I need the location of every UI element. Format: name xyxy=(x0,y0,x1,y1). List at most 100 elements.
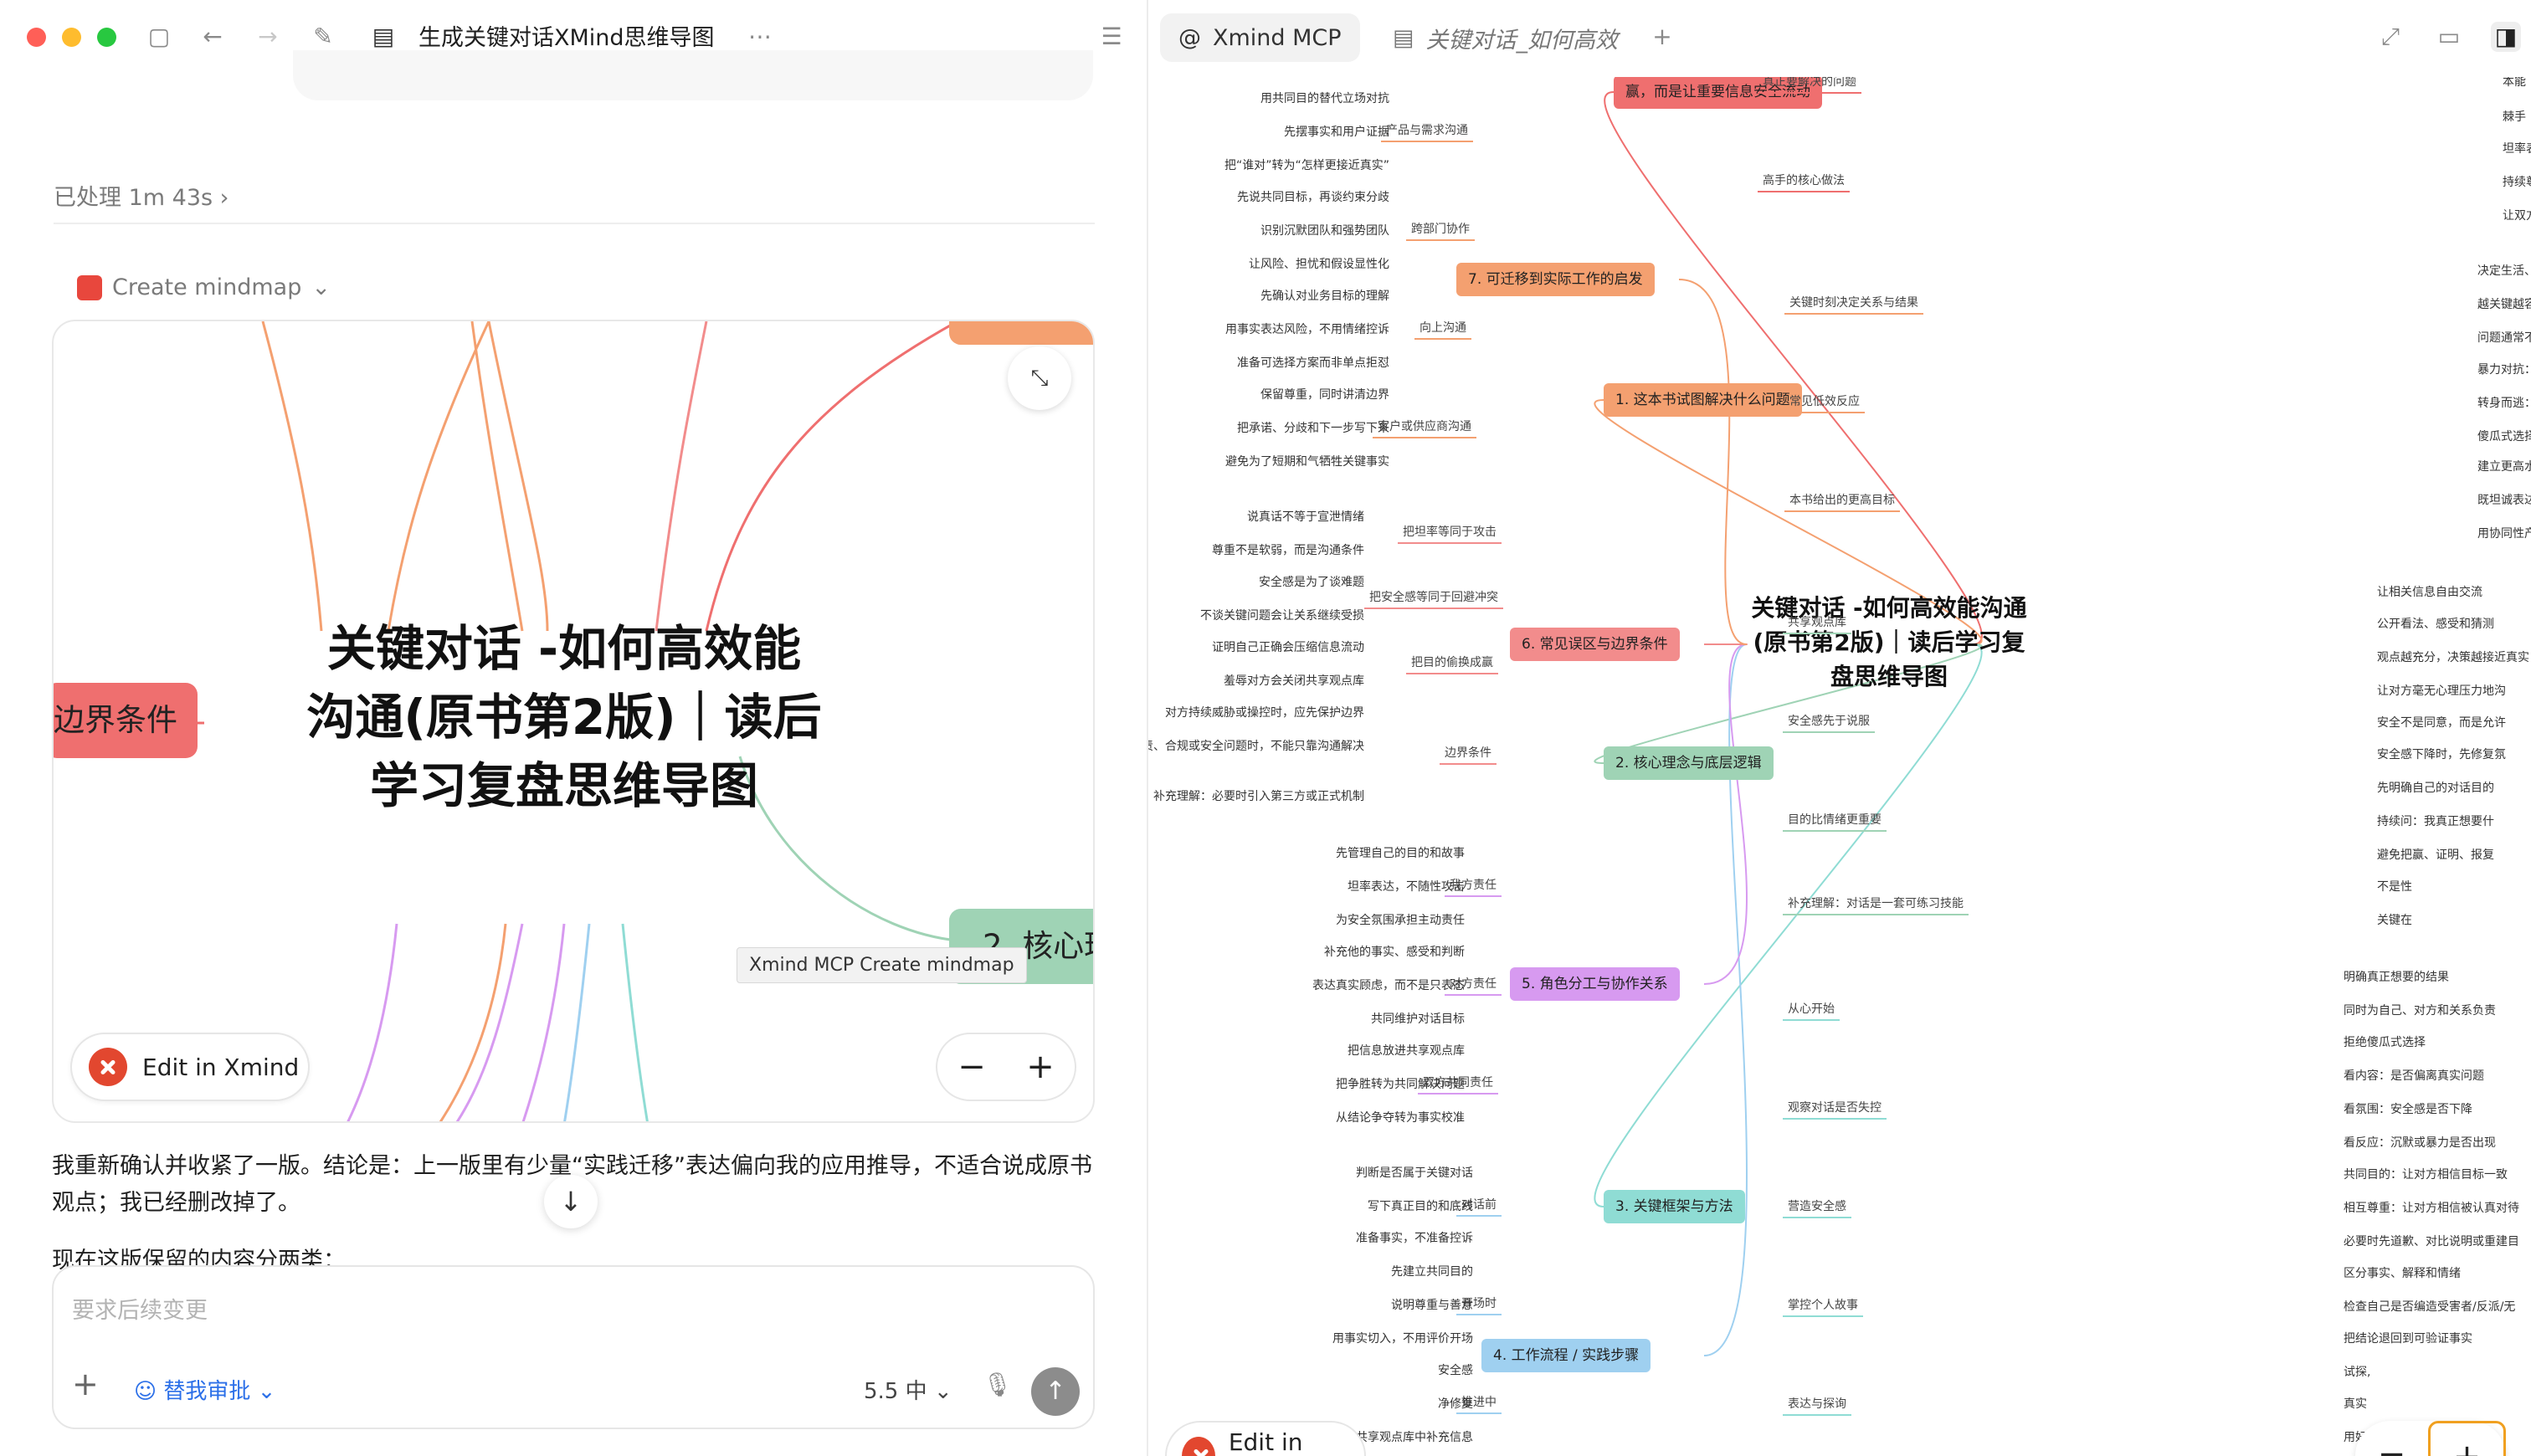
leaf-r3: 真实 xyxy=(2344,1397,2367,1411)
sub-r1a: 关键时刻决定关系与结果 xyxy=(1784,293,1923,315)
message-composer[interactable]: 要求后续变更 + ☺ 替我审批 ⌄ 5.5 中 ⌄ 🎙 ↑ xyxy=(52,1265,1095,1429)
zoom-out-button[interactable]: − xyxy=(2355,1421,2428,1456)
previous-message-fade xyxy=(293,50,1093,100)
sub-r3a: 从心开始 xyxy=(1783,999,1840,1021)
leaf-l5: 共同维护对话目标 xyxy=(1371,1013,1465,1026)
leaf-l7: 把“谁对”转为“怎样更接近真实” xyxy=(1224,159,1389,172)
add-attachment-icon[interactable]: + xyxy=(72,1366,99,1402)
leaf-r1: 既坦诚表达，也 xyxy=(2477,494,2531,507)
leaf-l6: 安全感是为了谈难题 xyxy=(1259,576,1364,589)
panel-right-icon[interactable]: ◨ xyxy=(2491,22,2521,52)
sub-l7a: 产品与需求沟通 xyxy=(1381,120,1473,142)
sidebar-toggle-icon[interactable]: ▢ xyxy=(144,22,174,52)
new-tab-icon[interactable]: + xyxy=(1647,22,1677,52)
forward-arrow-icon[interactable]: → xyxy=(253,22,283,52)
sub-r2b: 安全感先于说服 xyxy=(1783,711,1875,733)
panel-bottom-icon[interactable]: ▭ xyxy=(2434,22,2464,52)
chevron-down-icon: ⌄ xyxy=(311,274,331,300)
expand-icon[interactable]: ⤡ xyxy=(1008,346,1071,410)
zoom-out-button[interactable]: − xyxy=(937,1034,1006,1100)
microphone-icon[interactable]: 🎙 xyxy=(983,1371,1013,1398)
send-button[interactable]: ↑ xyxy=(1031,1367,1080,1416)
edit-in-xmind-button[interactable]: Edit in Xmind xyxy=(70,1033,310,1101)
xmind-logo-icon xyxy=(77,274,102,300)
leaf-l5: 把争胜转为共同解决问题 xyxy=(1336,1078,1465,1091)
zoom-in-button[interactable]: + xyxy=(1006,1034,1075,1100)
leaf-l5: 为安全氛围承担主动责任 xyxy=(1336,914,1465,927)
leaf-r2: 观点越充分，决策越接近真实 xyxy=(2377,651,2529,664)
at-icon: @ xyxy=(1178,24,1201,51)
leaf-l7: 识别沉默团队和强势团队 xyxy=(1260,224,1389,238)
mindmap-canvas[interactable]: 关键对话 -如何高效能沟通(原书第2版)｜读后学习复盘思维导图 赢，而是让重要信… xyxy=(1148,77,2531,1456)
sub-r0a: 真正要解决的问题 xyxy=(1758,77,1861,94)
approval-mode-selector[interactable]: ☺ 替我审批 ⌄ xyxy=(134,1374,275,1405)
leaf-r3: 把结论退回到可验证事实 xyxy=(2344,1332,2472,1346)
sub-l7b: 跨部门协作 xyxy=(1406,219,1475,241)
sub-r1c: 本书给出的更高目标 xyxy=(1784,490,1900,512)
leaf-l7: 避免为了短期和气牺牲关键事实 xyxy=(1225,455,1389,469)
more-icon[interactable]: ⋯ xyxy=(745,22,775,52)
leaf-l7: 把承诺、分歧和下一步写下来 xyxy=(1237,422,1389,435)
leaf-r1: 决定生活、 xyxy=(2477,264,2531,278)
document-icon: ▤ xyxy=(372,23,395,50)
leaf-l6: 尊重不是软弱，而是沟通条件 xyxy=(1212,544,1364,557)
leaf-l6: 对方持续威胁或操控时，应先保护边界 xyxy=(1165,706,1364,720)
leaf-l4: 安全感 xyxy=(1438,1364,1473,1377)
mindmap-connectors xyxy=(1594,91,1983,1356)
branch-b2: 2. 核心理念与底层逻辑 xyxy=(1604,746,1774,780)
fullscreen-icon[interactable]: ⤢ xyxy=(2375,22,2405,52)
tab-xmind-mcp[interactable]: @ Xmind MCP xyxy=(1160,13,1360,62)
sub-r3e: 表达与探询 xyxy=(1783,1394,1851,1416)
leaf-r0: 坦率表 xyxy=(2503,142,2531,156)
model-selector[interactable]: 5.5 中 ⌄ xyxy=(864,1374,952,1405)
new-chat-icon[interactable]: ✎ xyxy=(308,22,338,52)
edit-in-xmind-label: Edit in Xmind xyxy=(1228,1428,1303,1456)
leaf-l6: 证明自己正确会压缩信息流动 xyxy=(1212,641,1364,654)
leaf-r2: 安全感下降时，先修复氛 xyxy=(2377,748,2506,761)
sub-l6c: 把目的偷换成赢 xyxy=(1406,653,1498,674)
sub-r1b: 常见低效反应 xyxy=(1784,392,1865,413)
sub-r3c: 营造安全感 xyxy=(1783,1197,1851,1218)
leaf-r2: 让相关信息自由交流 xyxy=(2377,586,2482,599)
sub-r3d: 掌控个人故事 xyxy=(1783,1295,1863,1317)
processed-status[interactable]: 已处理 1m 43s › xyxy=(54,179,228,212)
leaf-r3: 同时为自己、对方和关系负责 xyxy=(2344,1004,2496,1018)
tab-document[interactable]: ▤ 关键对话_如何高效 xyxy=(1374,13,1636,62)
composer-input[interactable]: 要求后续变更 xyxy=(72,1292,208,1325)
divider xyxy=(54,223,1095,224)
mindmap-central-topic: 关键对话 -如何高效能沟通(原书第2版)｜读后学习复盘思维导图 xyxy=(1751,594,2027,690)
leaf-l6: 补充理解：必要时引入第三方或正式机制 xyxy=(1153,790,1364,803)
mindmap-preview-card[interactable]: 关键对话 -如何高效能沟通(原书第2版)｜读后学习复盘思维导图 边界条件 2. … xyxy=(52,320,1095,1123)
branch-b5: 5. 角色分工与协作关系 xyxy=(1510,967,1680,1001)
branch-b3: 3. 关键框架与方法 xyxy=(1604,1190,1745,1223)
leaf-l5: 把信息放进共享观点库 xyxy=(1348,1044,1465,1058)
leaf-r3: 看反应：沉默或暴力是否出现 xyxy=(2344,1136,2496,1150)
leaf-r1: 傻瓜式选择：要么说 xyxy=(2477,430,2531,443)
leaf-l5: 坦率表达，不随性攻击 xyxy=(1348,880,1465,894)
leaf-r3: 检查自己是否编造受害者/反派/无 xyxy=(2344,1300,2516,1314)
mindmap-central-topic: 关键对话 -如何高效能沟通(原书第2版)｜读后学习复盘思维导图 xyxy=(306,620,822,814)
leaf-l5: 补充他的事实、感受和判断 xyxy=(1324,946,1465,959)
leaf-l6: 羞辱对方会关闭共享观点库 xyxy=(1224,674,1364,688)
mindmap-node-orange xyxy=(949,321,1093,345)
zoom-controls: − + xyxy=(936,1033,1076,1101)
sub-l6a: 把坦率等同于攻击 xyxy=(1398,522,1502,544)
edit-in-xmind-button[interactable]: Edit in Xmind xyxy=(1165,1421,1366,1456)
back-arrow-icon[interactable]: ← xyxy=(198,22,228,52)
create-mindmap-toggle[interactable]: Create mindmap ⌄ xyxy=(77,274,331,300)
leaf-r3: 明确真正想要的结果 xyxy=(2344,971,2449,984)
close-window-button[interactable] xyxy=(27,28,46,47)
scroll-down-icon[interactable]: ↓ xyxy=(544,1175,598,1228)
leaf-r2: 安全不是同意，而是允许 xyxy=(2377,716,2506,730)
leaf-r3: 试探, xyxy=(2344,1366,2371,1379)
leaf-r0: 棘手 xyxy=(2503,110,2526,124)
maximize-window-button[interactable] xyxy=(97,28,116,47)
xmind-logo-icon xyxy=(1182,1437,1215,1456)
leaf-r0: 持续尊 xyxy=(2503,176,2531,189)
minimize-window-button[interactable] xyxy=(62,28,81,47)
list-settings-icon[interactable]: ☰ xyxy=(1096,22,1127,52)
xmind-logo-icon xyxy=(89,1048,127,1086)
zoom-in-button[interactable]: + xyxy=(2428,1421,2506,1456)
edit-in-xmind-label: Edit in Xmind xyxy=(142,1053,300,1081)
leaf-l6: 不谈关键问题会让关系继续受损 xyxy=(1200,609,1364,623)
